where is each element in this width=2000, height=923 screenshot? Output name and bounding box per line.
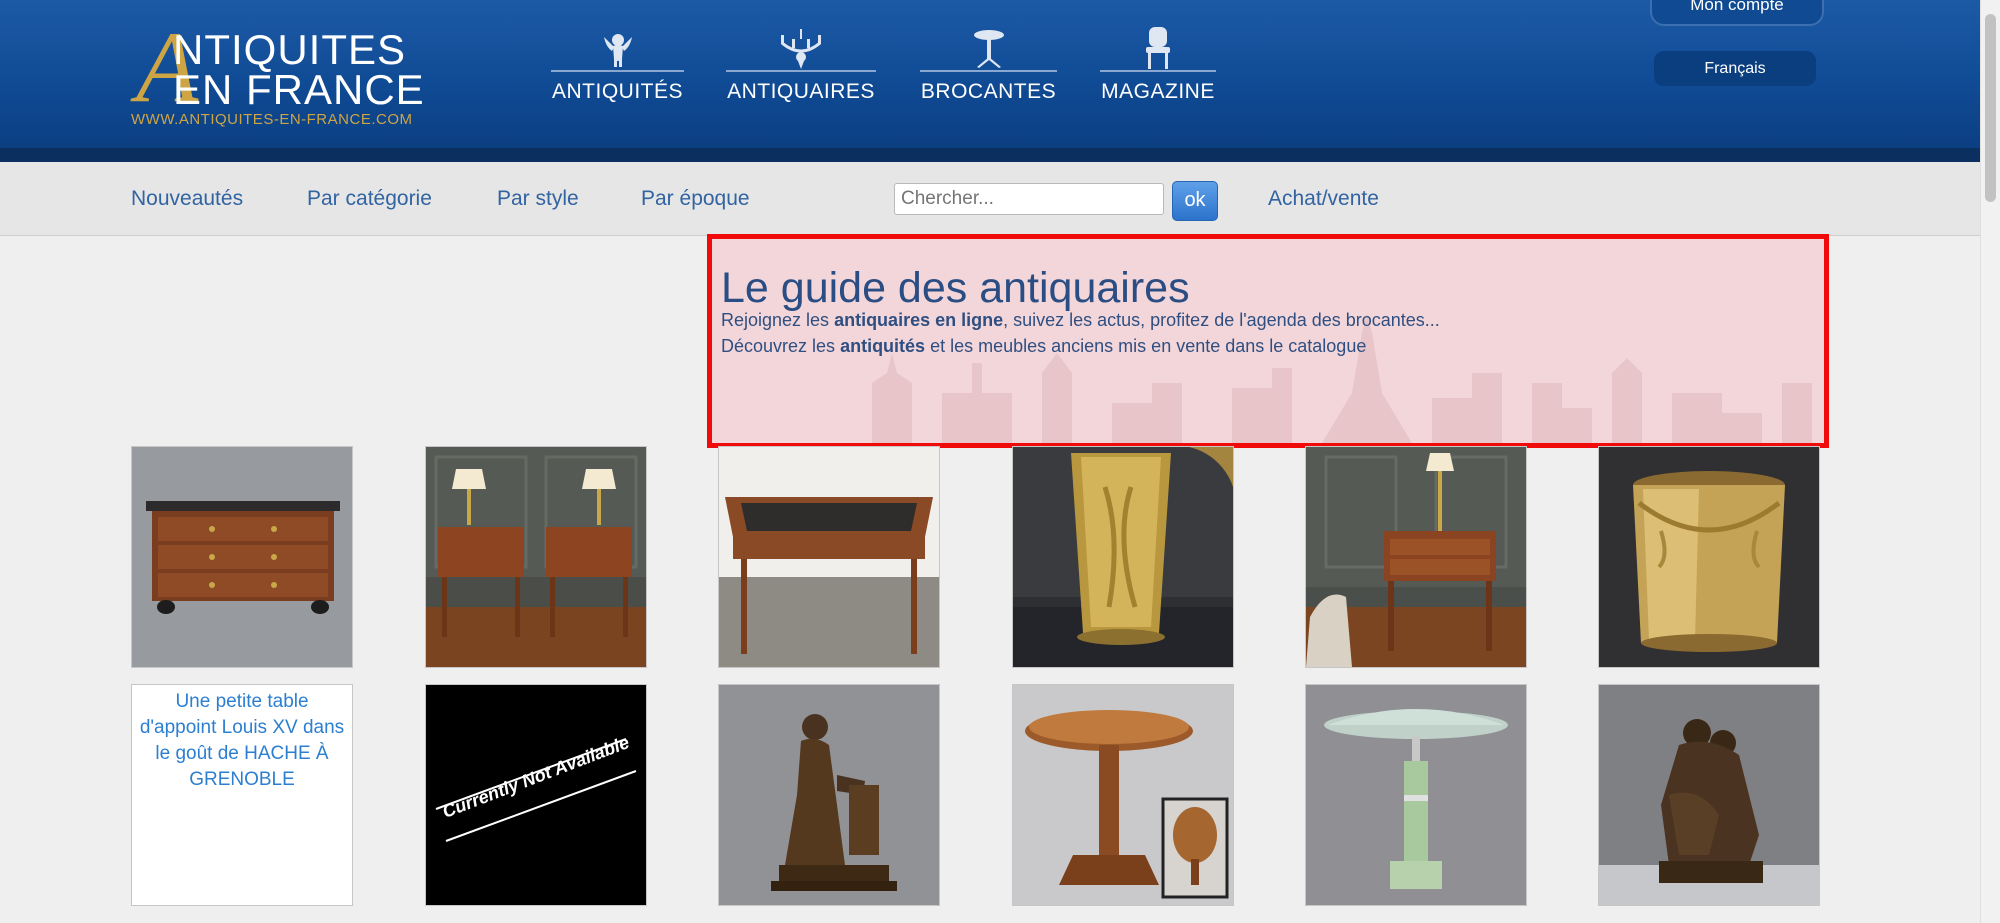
subnav-nouveautes[interactable]: Nouveautés [131,187,243,211]
guide-text-part: Découvrez les [721,336,841,356]
antiquites-link[interactable]: antiquités [840,336,925,356]
cherub-icon [551,25,684,69]
product-thumbnail-pedestal-table[interactable] [1012,684,1234,906]
site-logo[interactable]: A NTIQUITES EN FRANCE WWW.ANTIQUITES-EN-… [131,17,431,130]
nav-brocantes[interactable]: BROCANTES [920,22,1057,112]
nav-divider [1100,70,1216,72]
pedestal-table-icon [920,25,1057,69]
subnav-achat-vente[interactable]: Achat/vente [1268,187,1379,211]
product-thumbnail-brass-bucket[interactable] [1598,446,1820,668]
image-alt-text: Une petite table d'appoint Louis XV dans… [139,691,345,790]
nav-divider [920,70,1057,72]
language-button[interactable]: Français [1654,51,1816,86]
search-ok-button[interactable]: ok [1172,181,1218,221]
guide-banner: Le guide des antiquaires Rejoignez les a… [707,234,1829,448]
nav-label: BROCANTES [920,80,1057,103]
nav-label: MAGAZINE [1101,80,1215,103]
scrollbar-thumb[interactable] [1985,14,1996,202]
guide-text-line2: Découvrez les antiquités et les meubles … [721,336,1366,357]
search-input[interactable] [894,183,1164,215]
subnav-par-style[interactable]: Par style [497,187,579,211]
product-thumbnail-brass-umbrella-stand[interactable] [1012,446,1234,668]
guide-text-line1: Rejoignez les antiquaires en ligne, suiv… [721,310,1440,331]
subnav-par-epoque[interactable]: Par époque [641,187,750,211]
product-thumbnail-unavailable[interactable]: Currently Not Available [425,684,647,906]
logo-text-line1: NTIQUITES [173,26,407,73]
header-bottom-band [0,148,1980,162]
product-thumbnail-bronze-kiss-sculpture[interactable] [1598,684,1820,906]
guide-text-part: , suivez les actus, profitez de l'agenda… [1003,310,1440,330]
nav-antiquites[interactable]: ANTIQUITÉS [551,22,684,112]
nav-label: ANTIQUITÉS [551,80,683,103]
account-button[interactable]: Mon compte [1650,0,1824,26]
product-thumbnail-broken-image[interactable]: Une petite table d'appoint Louis XV dans… [131,684,353,906]
sub-nav: Nouveautés Par catégorie Par style Par é… [0,162,1980,236]
product-thumbnail-writing-desk[interactable] [718,446,940,668]
guide-text-part: Rejoignez les [721,310,835,330]
chandelier-icon [726,25,876,69]
site-header: A NTIQUITES EN FRANCE WWW.ANTIQUITES-EN-… [0,0,1980,148]
page-scrollbar[interactable] [1980,0,2000,923]
product-thumbnail-bedside-tables[interactable] [425,446,647,668]
logo-text-line2: EN FRANCE [173,66,425,113]
product-thumbnail-bedside-table[interactable] [1305,446,1527,668]
product-thumbnail-desk-lamp[interactable] [1305,684,1527,906]
nav-magazine[interactable]: MAGAZINE [1100,22,1216,112]
product-thumbnail-bronze-statue[interactable] [718,684,940,906]
nav-divider [551,70,684,72]
nav-label: ANTIQUAIRES [727,80,875,103]
paris-skyline-illustration [872,313,1812,443]
guide-text-part: et les meubles anciens mis en vente dans… [925,336,1367,356]
guide-title: Le guide des antiquaires [721,264,1190,312]
nav-divider [726,70,876,72]
antiquaires-en-ligne-link[interactable]: antiquaires en ligne [834,310,1003,330]
product-thumbnail-commode[interactable] [131,446,353,668]
logo-url: WWW.ANTIQUITES-EN-FRANCE.COM [131,111,413,128]
nav-antiquaires[interactable]: ANTIQUAIRES [726,22,876,112]
subnav-par-categorie[interactable]: Par catégorie [307,187,432,211]
chair-icon [1100,25,1216,69]
